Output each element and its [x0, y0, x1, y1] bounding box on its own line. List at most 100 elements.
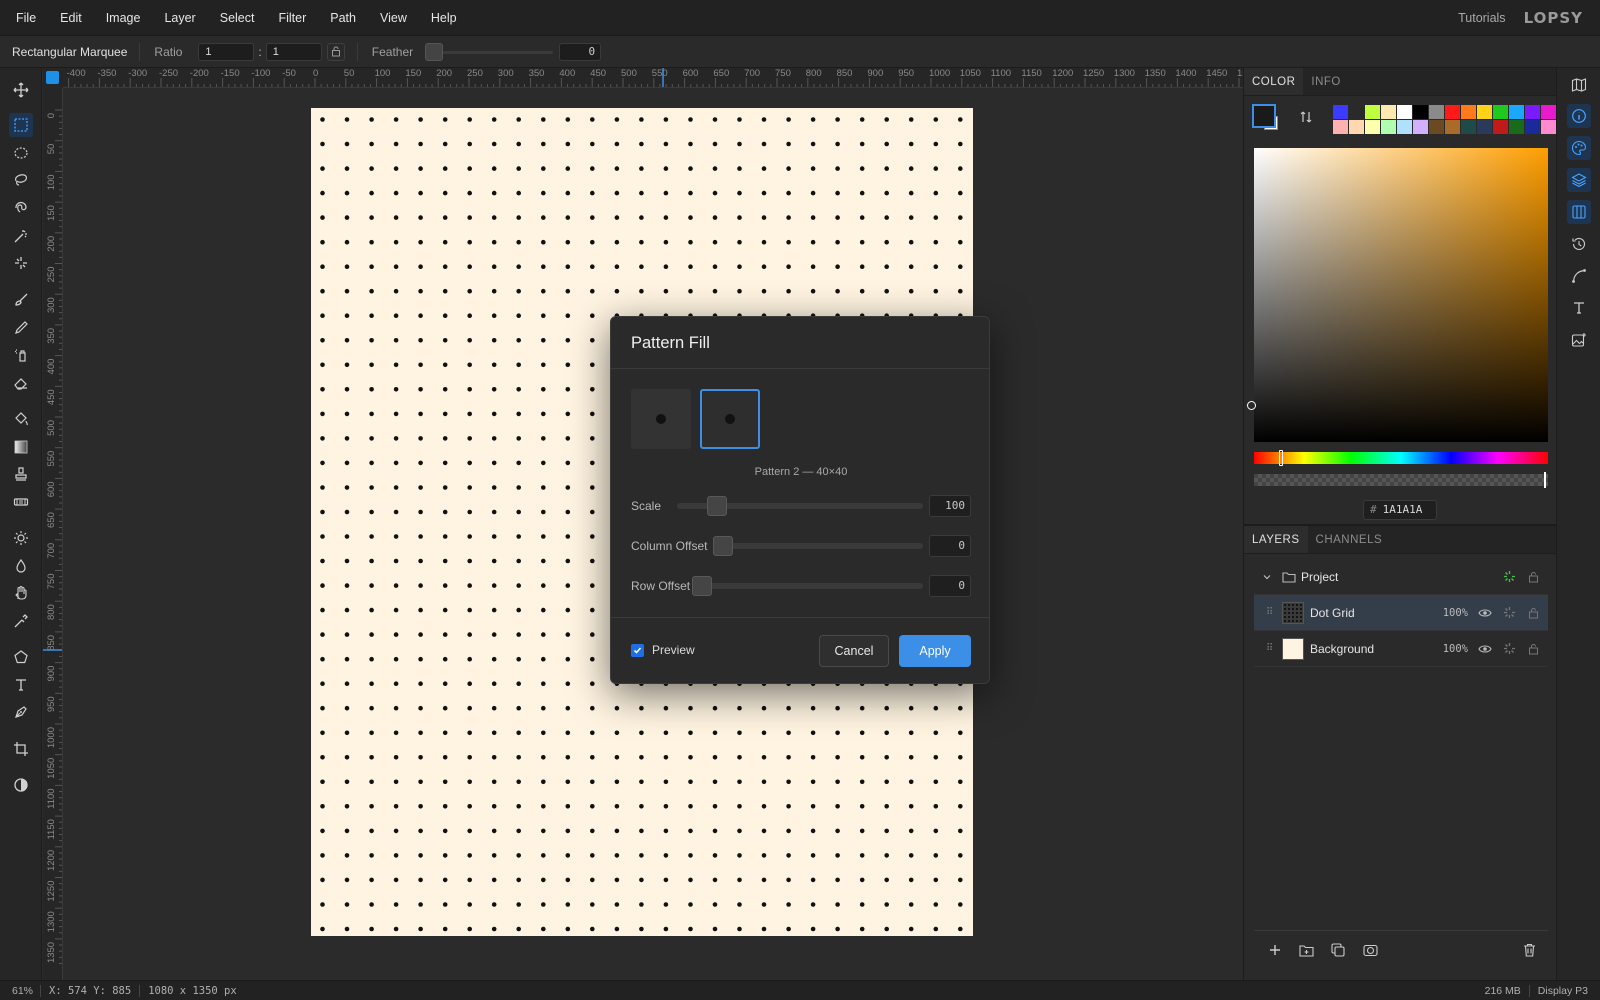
text-tool[interactable]: [9, 673, 33, 697]
palette-swatch[interactable]: [1365, 105, 1380, 119]
layer-opacity[interactable]: 100%: [1443, 607, 1468, 619]
layer-mask-button[interactable]: [1361, 941, 1379, 959]
shape-tool[interactable]: [9, 645, 33, 669]
palette-swatch[interactable]: [1493, 120, 1508, 134]
palette-swatch[interactable]: [1461, 120, 1476, 134]
menu-edit[interactable]: Edit: [48, 11, 94, 25]
palette-swatch[interactable]: [1397, 120, 1412, 134]
eye-icon[interactable]: [1476, 640, 1494, 658]
brush-tool[interactable]: [9, 288, 33, 312]
saturation-value-picker[interactable]: [1254, 148, 1548, 442]
palette-swatch[interactable]: [1413, 105, 1428, 119]
delete-layer-button[interactable]: [1520, 941, 1538, 959]
hex-input[interactable]: #1A1A1A: [1363, 500, 1437, 520]
menu-filter[interactable]: Filter: [266, 11, 318, 25]
menu-view[interactable]: View: [368, 11, 419, 25]
chevron-down-icon[interactable]: [1262, 572, 1276, 582]
tab-info[interactable]: INFO: [1303, 68, 1348, 95]
lasso-tool[interactable]: [9, 168, 33, 192]
column-offset-slider-knob[interactable]: [713, 536, 734, 556]
drag-handle-icon[interactable]: ⠿: [1266, 643, 1276, 654]
menu-path[interactable]: Path: [318, 11, 368, 25]
channels-panel-button[interactable]: [1567, 200, 1591, 224]
add-layer-button[interactable]: [1266, 941, 1284, 959]
lock-icon[interactable]: [1524, 568, 1542, 586]
column-offset-slider[interactable]: [713, 535, 923, 557]
palette-swatch[interactable]: [1477, 120, 1492, 134]
palette-swatch[interactable]: [1381, 120, 1396, 134]
navigator-panel-button[interactable]: [1567, 73, 1591, 97]
palette-swatch[interactable]: [1445, 120, 1460, 134]
palette-swatch[interactable]: [1525, 105, 1540, 119]
move-tool[interactable]: [9, 78, 33, 102]
preview-toggle[interactable]: Preview: [631, 643, 695, 657]
palette-swatch[interactable]: [1445, 105, 1460, 119]
history-panel-button[interactable]: [1567, 232, 1591, 256]
palette-swatch[interactable]: [1381, 105, 1396, 119]
healing-tool[interactable]: [9, 490, 33, 514]
color-panel-button[interactable]: [1567, 136, 1591, 160]
layer-row-background[interactable]: ⠿ Background 100%: [1254, 631, 1548, 667]
scale-value-field[interactable]: 100: [929, 495, 971, 517]
eyedropper-tool[interactable]: [9, 609, 33, 633]
palette-swatch[interactable]: [1349, 105, 1364, 119]
palette-swatch[interactable]: [1541, 120, 1556, 134]
ellipse-select-tool[interactable]: [9, 141, 33, 165]
image-panel-button[interactable]: [1567, 328, 1591, 352]
scale-slider[interactable]: [677, 495, 923, 517]
palette-swatch[interactable]: [1429, 105, 1444, 119]
gradient-tool[interactable]: [9, 435, 33, 459]
eraser-tool[interactable]: [9, 371, 33, 395]
dodge-tool[interactable]: [9, 526, 33, 550]
pattern-thumbnail-1[interactable]: [631, 389, 691, 449]
pen-tool[interactable]: [9, 700, 33, 724]
smudge-tool[interactable]: [9, 581, 33, 605]
layer-group-project[interactable]: Project: [1254, 559, 1548, 595]
row-offset-slider-knob[interactable]: [692, 576, 713, 596]
tutorials-link[interactable]: Tutorials: [1458, 11, 1505, 25]
palette-swatch[interactable]: [1397, 105, 1412, 119]
layer-opacity[interactable]: 100%: [1443, 643, 1468, 655]
row-offset-value-field[interactable]: 0: [929, 575, 971, 597]
palette-swatch[interactable]: [1349, 120, 1364, 134]
lock-icon[interactable]: [1524, 640, 1542, 658]
scale-slider-knob[interactable]: [707, 496, 727, 516]
swap-colors-button[interactable]: [1299, 110, 1313, 127]
tab-layers[interactable]: LAYERS: [1244, 526, 1308, 553]
palette-swatch[interactable]: [1477, 105, 1492, 119]
menu-image[interactable]: Image: [94, 11, 153, 25]
column-offset-value-field[interactable]: 0: [929, 535, 971, 557]
feather-value-field[interactable]: 0: [559, 42, 602, 61]
menu-select[interactable]: Select: [208, 11, 267, 25]
palette-swatch[interactable]: [1509, 120, 1524, 134]
adjust-tool[interactable]: [9, 773, 33, 797]
fx-icon[interactable]: [1500, 568, 1518, 586]
paths-panel-button[interactable]: [1567, 264, 1591, 288]
pencil-tool[interactable]: [9, 316, 33, 340]
tab-channels[interactable]: CHANNELS: [1308, 526, 1391, 553]
palette-swatch[interactable]: [1525, 120, 1540, 134]
palette-swatch[interactable]: [1461, 105, 1476, 119]
fx-icon[interactable]: [1500, 640, 1518, 658]
alpha-slider-knob[interactable]: [1544, 472, 1546, 488]
hue-slider-knob[interactable]: [1279, 450, 1283, 466]
drag-handle-icon[interactable]: ⠿: [1266, 607, 1276, 618]
menu-file[interactable]: File: [0, 11, 48, 25]
hue-slider[interactable]: [1254, 452, 1548, 464]
palette-swatch[interactable]: [1541, 105, 1556, 119]
color-picker-cursor[interactable]: [1247, 401, 1256, 410]
zoom-level[interactable]: 61%: [12, 985, 33, 997]
rectangle-select-tool[interactable]: [9, 113, 33, 137]
magic-wand-tool[interactable]: [9, 224, 33, 248]
pattern-thumbnail-2[interactable]: [700, 389, 760, 449]
menu-help[interactable]: Help: [419, 11, 469, 25]
ratio-lock-button[interactable]: [326, 42, 345, 61]
foreground-color-swatch[interactable]: [1252, 104, 1276, 128]
palette-swatch[interactable]: [1333, 105, 1348, 119]
feather-slider-knob[interactable]: [425, 42, 444, 61]
info-panel-button[interactable]: [1567, 104, 1591, 128]
lock-icon[interactable]: [1524, 604, 1542, 622]
palette-swatch[interactable]: [1365, 120, 1380, 134]
palette-swatch[interactable]: [1333, 120, 1348, 134]
cancel-button[interactable]: Cancel: [819, 635, 889, 667]
